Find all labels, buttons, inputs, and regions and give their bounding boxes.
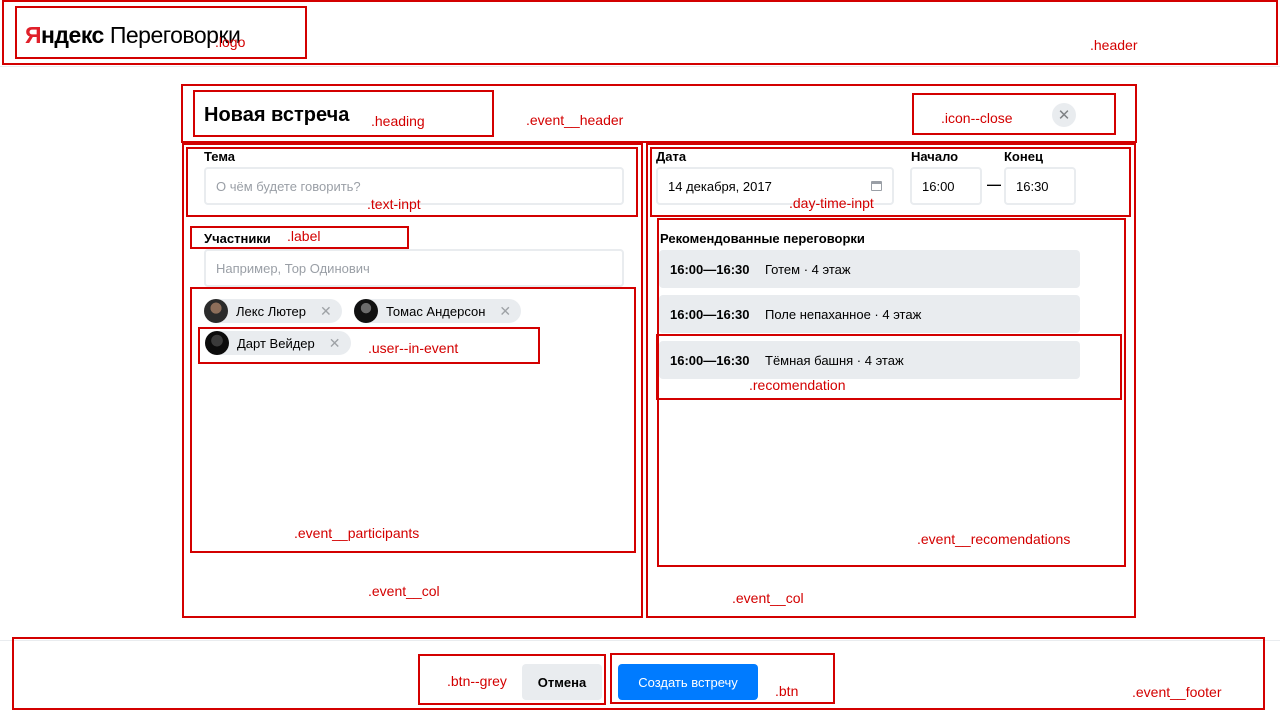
annotation-label-heading: .heading <box>371 113 425 129</box>
avatar <box>205 331 229 355</box>
footer-divider <box>0 640 1280 641</box>
annotation-label-btn: .btn <box>775 683 799 699</box>
participant-chip: Лекс Лютер ✕ <box>204 299 342 323</box>
calendar-icon[interactable] <box>871 181 882 191</box>
start-time-value: 16:00 <box>922 178 955 194</box>
recommendation-room: Готем · 4 этаж <box>765 261 851 277</box>
date-label: Дата <box>656 149 687 164</box>
participants-input[interactable]: Например, Тор Одинович <box>204 249 624 287</box>
recommendation-item[interactable]: 16:00—16:30 Поле непаханное · 4 этаж <box>659 295 1080 333</box>
remove-participant-icon[interactable]: ✕ <box>329 335 341 352</box>
logo-brand-ya: Я <box>25 22 42 48</box>
recommendation-room: Поле непаханное · 4 этаж <box>765 306 922 322</box>
annotation-label-btn-grey: .btn--grey <box>447 673 507 689</box>
remove-participant-icon[interactable]: ✕ <box>499 303 511 320</box>
participant-name: Томас Андерсон <box>386 303 486 319</box>
recommendations-title: Рекомендованные переговорки <box>660 231 865 246</box>
date-value: 14 декабря, 2017 <box>668 178 772 194</box>
avatar <box>354 299 378 323</box>
participant-name: Лекс Лютер <box>236 303 306 319</box>
recommendation-time: 16:00—16:30 <box>670 306 750 322</box>
annotation-label-event-recomendations: .event__recomendations <box>917 531 1071 547</box>
annotation-label-event-header: .event__header <box>526 112 624 128</box>
annotation-label-icon-close: .icon--close <box>941 110 1013 126</box>
start-label: Начало <box>911 149 959 164</box>
participant-chip: Дарт Вейдер ✕ <box>205 331 351 355</box>
close-icon[interactable]: ✕ <box>1052 103 1076 127</box>
annotation-label-header: .header <box>1090 37 1138 53</box>
topic-placeholder: О чём будете говорить? <box>216 178 361 194</box>
end-time-value: 16:30 <box>1016 178 1049 194</box>
cancel-button[interactable]: Отмена <box>522 664 602 700</box>
participant-chip: Томас Андерсон ✕ <box>354 299 522 323</box>
logo[interactable]: Яндекс Переговорки <box>25 22 241 49</box>
annotation-label-event-col-right: .event__col <box>732 590 804 606</box>
annotation-label-recomendation: .recomendation <box>749 377 846 393</box>
recommendation-item[interactable]: 16:00—16:30 Готем · 4 этаж <box>659 250 1080 288</box>
annotation-label-user-in-event: .user--in-event <box>368 340 459 356</box>
remove-participant-icon[interactable]: ✕ <box>320 303 332 320</box>
recommendation-time: 16:00—16:30 <box>670 352 750 368</box>
annotation-label-event-participants: .event__participants <box>294 525 420 541</box>
create-meeting-button[interactable]: Создать встречу <box>618 664 758 700</box>
header-divider <box>0 66 1280 67</box>
annotation-label-logo: .logo <box>215 34 246 50</box>
annotation-label-label: .label <box>287 228 321 244</box>
annotation-label-text-inpt: .text-inpt <box>367 196 421 212</box>
annotation-box-event-col-left <box>182 143 643 618</box>
page-title: Новая встреча <box>204 104 350 126</box>
start-time-input[interactable]: 16:00 <box>910 167 982 205</box>
annotation-box-event-participants <box>190 287 636 553</box>
time-range-dash: — <box>987 176 1001 192</box>
annotation-label-day-time-inpt: .day-time-inpt <box>789 195 874 211</box>
annotation-label-event-col-left: .event__col <box>368 583 440 599</box>
participant-name: Дарт Вейдер <box>237 335 315 351</box>
end-label: Конец <box>1004 149 1043 164</box>
recommendation-item[interactable]: 16:00—16:30 Тёмная башня · 4 этаж <box>659 341 1080 379</box>
avatar <box>204 299 228 323</box>
annotation-label-event-footer: .event__footer <box>1132 684 1222 700</box>
logo-brand-rest: ндекс <box>41 22 104 48</box>
end-time-input[interactable]: 16:30 <box>1004 167 1076 205</box>
participants-placeholder: Например, Тор Одинович <box>216 260 370 276</box>
topic-label: Тема <box>204 149 236 164</box>
recommendation-room: Тёмная башня · 4 этаж <box>765 352 904 368</box>
participants-label: Участники <box>204 231 271 246</box>
recommendation-time: 16:00—16:30 <box>670 261 750 277</box>
